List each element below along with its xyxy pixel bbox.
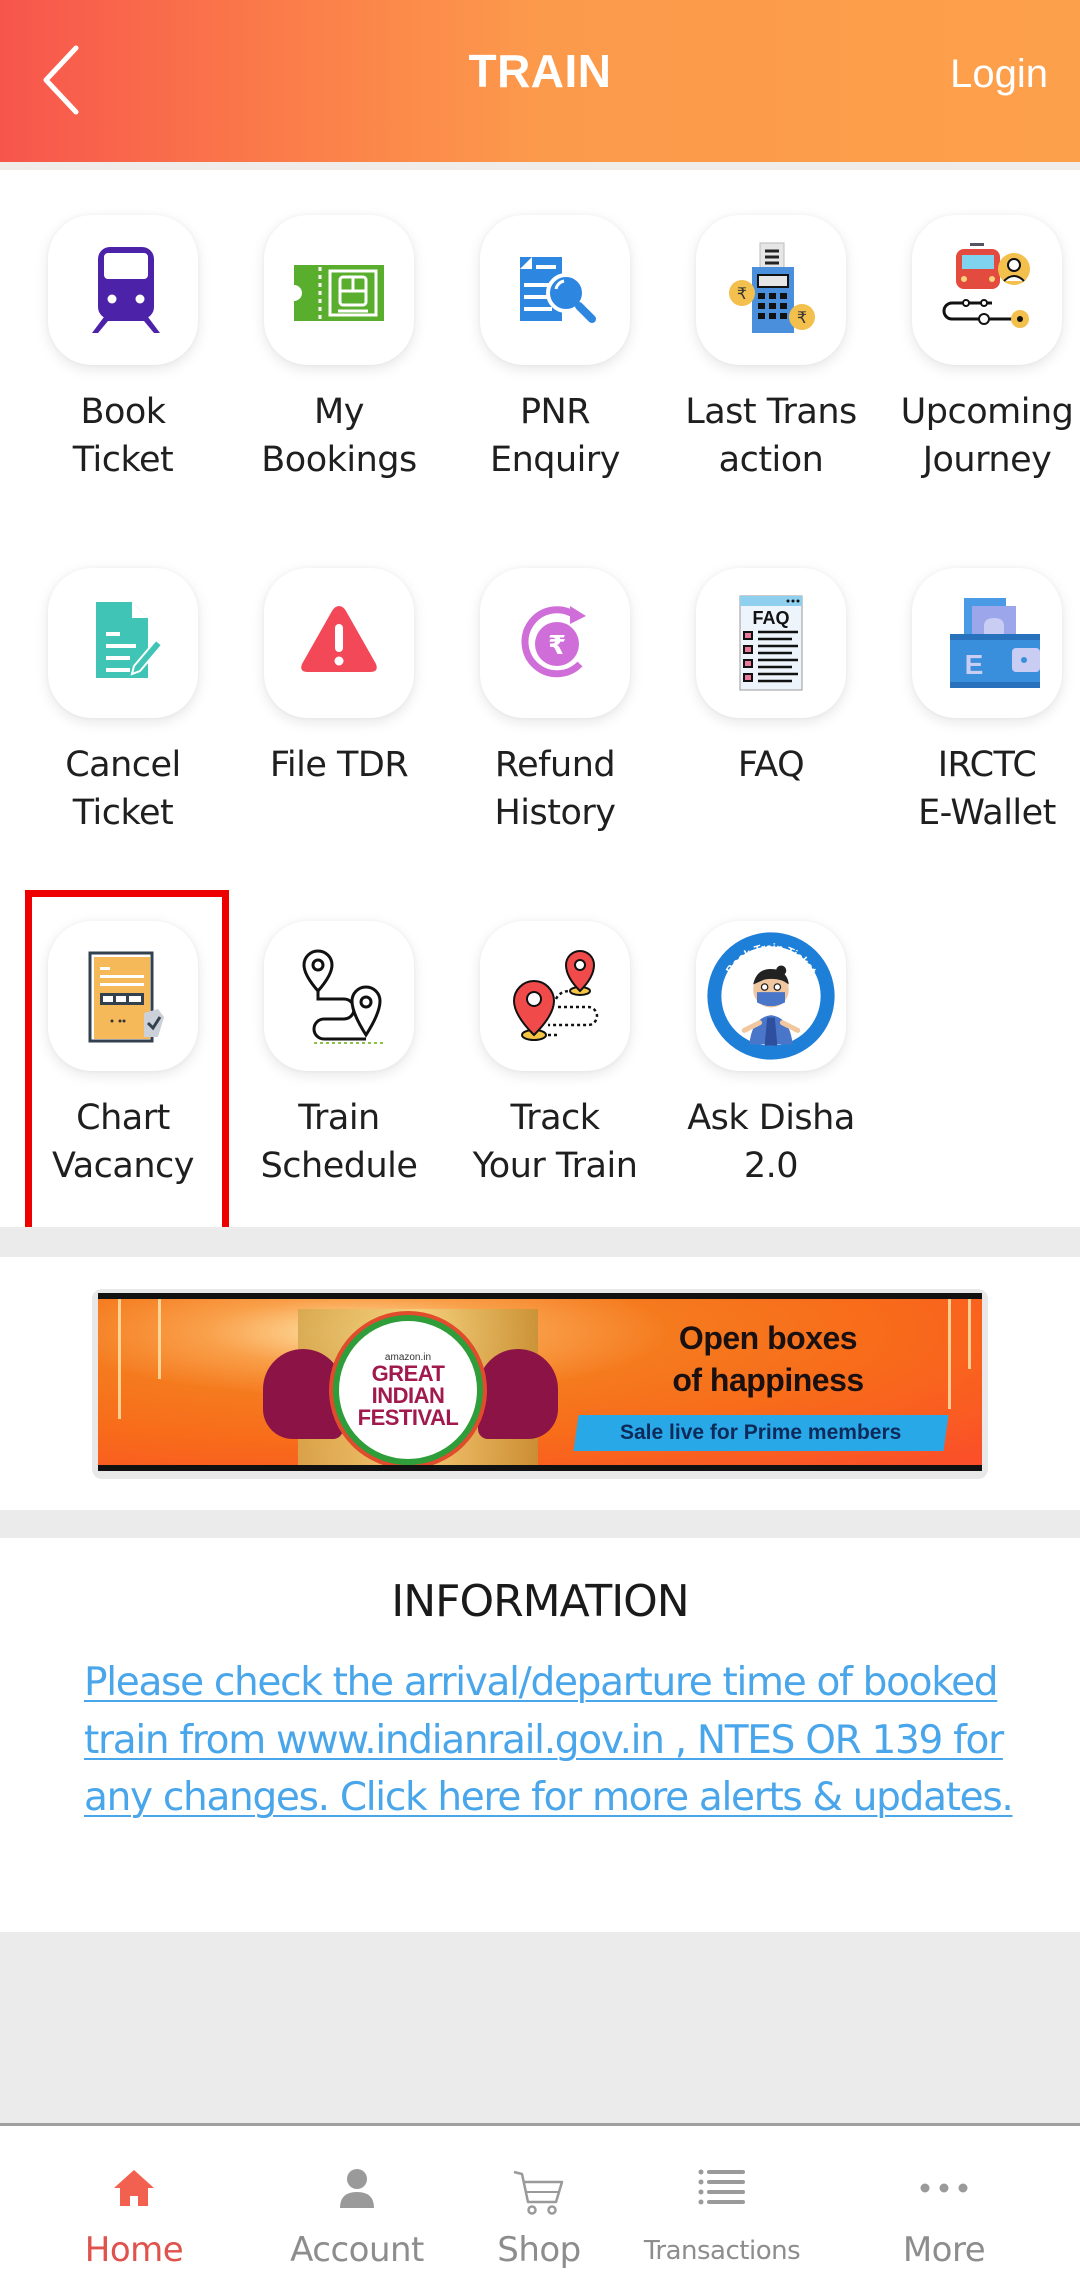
chart-document-icon [88, 951, 164, 1043]
disha-avatar-icon: Book Train Ticket [707, 932, 835, 1060]
service-train-schedule[interactable]: Train Schedule [231, 876, 447, 1206]
service-label: File TDR [269, 745, 409, 785]
svg-text:₹: ₹ [548, 630, 566, 660]
information-title: INFORMATION [391, 1576, 689, 1627]
document-edit-icon [96, 602, 164, 678]
decoration-lights [968, 1299, 971, 1369]
service-label: Schedule [260, 1146, 418, 1186]
service-label: Upcoming [900, 392, 1074, 432]
service-book-ticket[interactable]: Book Ticket [15, 170, 231, 500]
payment-terminal-icon: ₹ ₹ [729, 242, 815, 333]
banner-ribbon: Sale live for Prime members [573, 1415, 949, 1451]
service-label: My [314, 392, 364, 432]
service-label: Cancel [65, 745, 181, 785]
elephant-decoration [263, 1349, 343, 1439]
service-label: Journey [922, 440, 1052, 480]
service-label: Enquiry [489, 440, 621, 480]
service-track-your-train[interactable]: Track Your Train [447, 876, 663, 1206]
more-dots-icon [920, 2183, 968, 2193]
svg-text:₹: ₹ [737, 286, 747, 303]
service-label: Chart [76, 1098, 170, 1138]
bottom-navigation: Home Account Shop Transactions More [0, 2123, 1080, 2285]
document-search-icon [520, 257, 596, 323]
decoration-lights [158, 1299, 161, 1379]
service-upcoming-journey[interactable]: Upcoming Journey [879, 170, 1080, 500]
location-pins-icon [512, 949, 599, 1041]
warning-icon [301, 606, 377, 672]
service-faq[interactable]: FAQ FAQ [663, 523, 879, 853]
festival-badge: amazon.in GREAT INDIAN FESTIVAL [333, 1315, 483, 1465]
service-refund-history[interactable]: ₹ Refund History [447, 523, 663, 853]
information-section: INFORMATION Please check the arrival/dep… [0, 1538, 1080, 1932]
back-button[interactable] [36, 42, 92, 118]
nav-transactions[interactable]: Transactions [614, 2126, 830, 2285]
service-last-transaction[interactable]: ₹ ₹ Last Trans action [663, 170, 879, 500]
service-pnr-enquiry[interactable]: PNR Enquiry [447, 170, 663, 500]
home-icon [114, 2170, 154, 2206]
service-label: action [718, 440, 824, 480]
wallet-icon: E [950, 598, 1040, 688]
decoration-lights [118, 1299, 121, 1419]
banner-headline: Open boxes of happiness [672, 1320, 864, 1398]
service-label: Last Trans [685, 392, 857, 432]
service-irctc-ewallet[interactable]: E IRCTC E-Wallet [879, 523, 1080, 853]
service-label: 2.0 [743, 1146, 799, 1186]
service-chart-vacancy[interactable]: Chart Vacancy [15, 876, 231, 1206]
divider [0, 1227, 1080, 1257]
service-cancel-ticket[interactable]: Cancel Ticket [15, 523, 231, 853]
service-my-bookings[interactable]: My Bookings [231, 170, 447, 500]
ticket-icon [294, 265, 384, 321]
service-file-tdr[interactable]: File TDR [231, 523, 447, 853]
service-label: Bookings [261, 440, 417, 480]
service-label: Track [510, 1098, 600, 1138]
svg-text:FAQ: FAQ [752, 608, 789, 628]
nav-label: Home [84, 2230, 184, 2270]
services-grid: Book Ticket My Bookings PNR Enquiry ₹ ₹ … [0, 170, 1080, 1246]
login-button[interactable]: Login [950, 52, 1048, 97]
svg-text:E: E [965, 649, 984, 680]
app-header: TRAIN Login [0, 0, 1080, 162]
service-label: IRCTC [937, 745, 1037, 785]
service-label: Ticket [72, 440, 174, 480]
service-label: Ticket [72, 793, 174, 833]
divider [0, 162, 1080, 170]
train-front-icon [92, 247, 160, 333]
nav-home[interactable]: Home [26, 2126, 242, 2285]
train-journey-icon [942, 243, 1030, 328]
service-label: E-Wallet [918, 793, 1056, 833]
divider [0, 1510, 1080, 1538]
cart-icon [513, 2170, 564, 2215]
decoration-lights [948, 1299, 951, 1409]
route-pins-icon [302, 949, 384, 1044]
service-label: Refund [494, 745, 616, 785]
promo-section: amazon.in GREAT INDIAN FESTIVAL Open box… [0, 1257, 1080, 1510]
promo-banner[interactable]: amazon.in GREAT INDIAN FESTIVAL Open box… [92, 1289, 988, 1479]
nav-more[interactable]: More [836, 2126, 1052, 2285]
chevron-left-icon [43, 45, 79, 115]
elephant-decoration [478, 1349, 558, 1439]
svg-text:₹: ₹ [797, 310, 807, 327]
service-label: Train [298, 1098, 380, 1138]
service-label: History [494, 793, 616, 833]
service-ask-disha[interactable]: Book Train Ticket Ask Disha 2.0 [663, 876, 879, 1206]
nav-label: Transactions [643, 2236, 801, 2266]
list-icon [698, 2169, 745, 2205]
rupee-refresh-icon: ₹ [521, 606, 586, 678]
page-title: TRAIN [468, 45, 612, 97]
service-label: Your Train [472, 1146, 638, 1186]
nav-label: More [902, 2230, 986, 2270]
service-label: Book [80, 392, 166, 432]
service-label: Vacancy [51, 1146, 195, 1186]
user-icon [340, 2169, 374, 2208]
faq-document-icon: FAQ [739, 595, 803, 691]
service-label: FAQ [737, 745, 805, 785]
service-label: PNR [519, 392, 591, 432]
alerts-link[interactable]: Please check the arrival/departure time … [84, 1654, 1014, 1827]
service-label: Ask Disha [687, 1098, 855, 1138]
